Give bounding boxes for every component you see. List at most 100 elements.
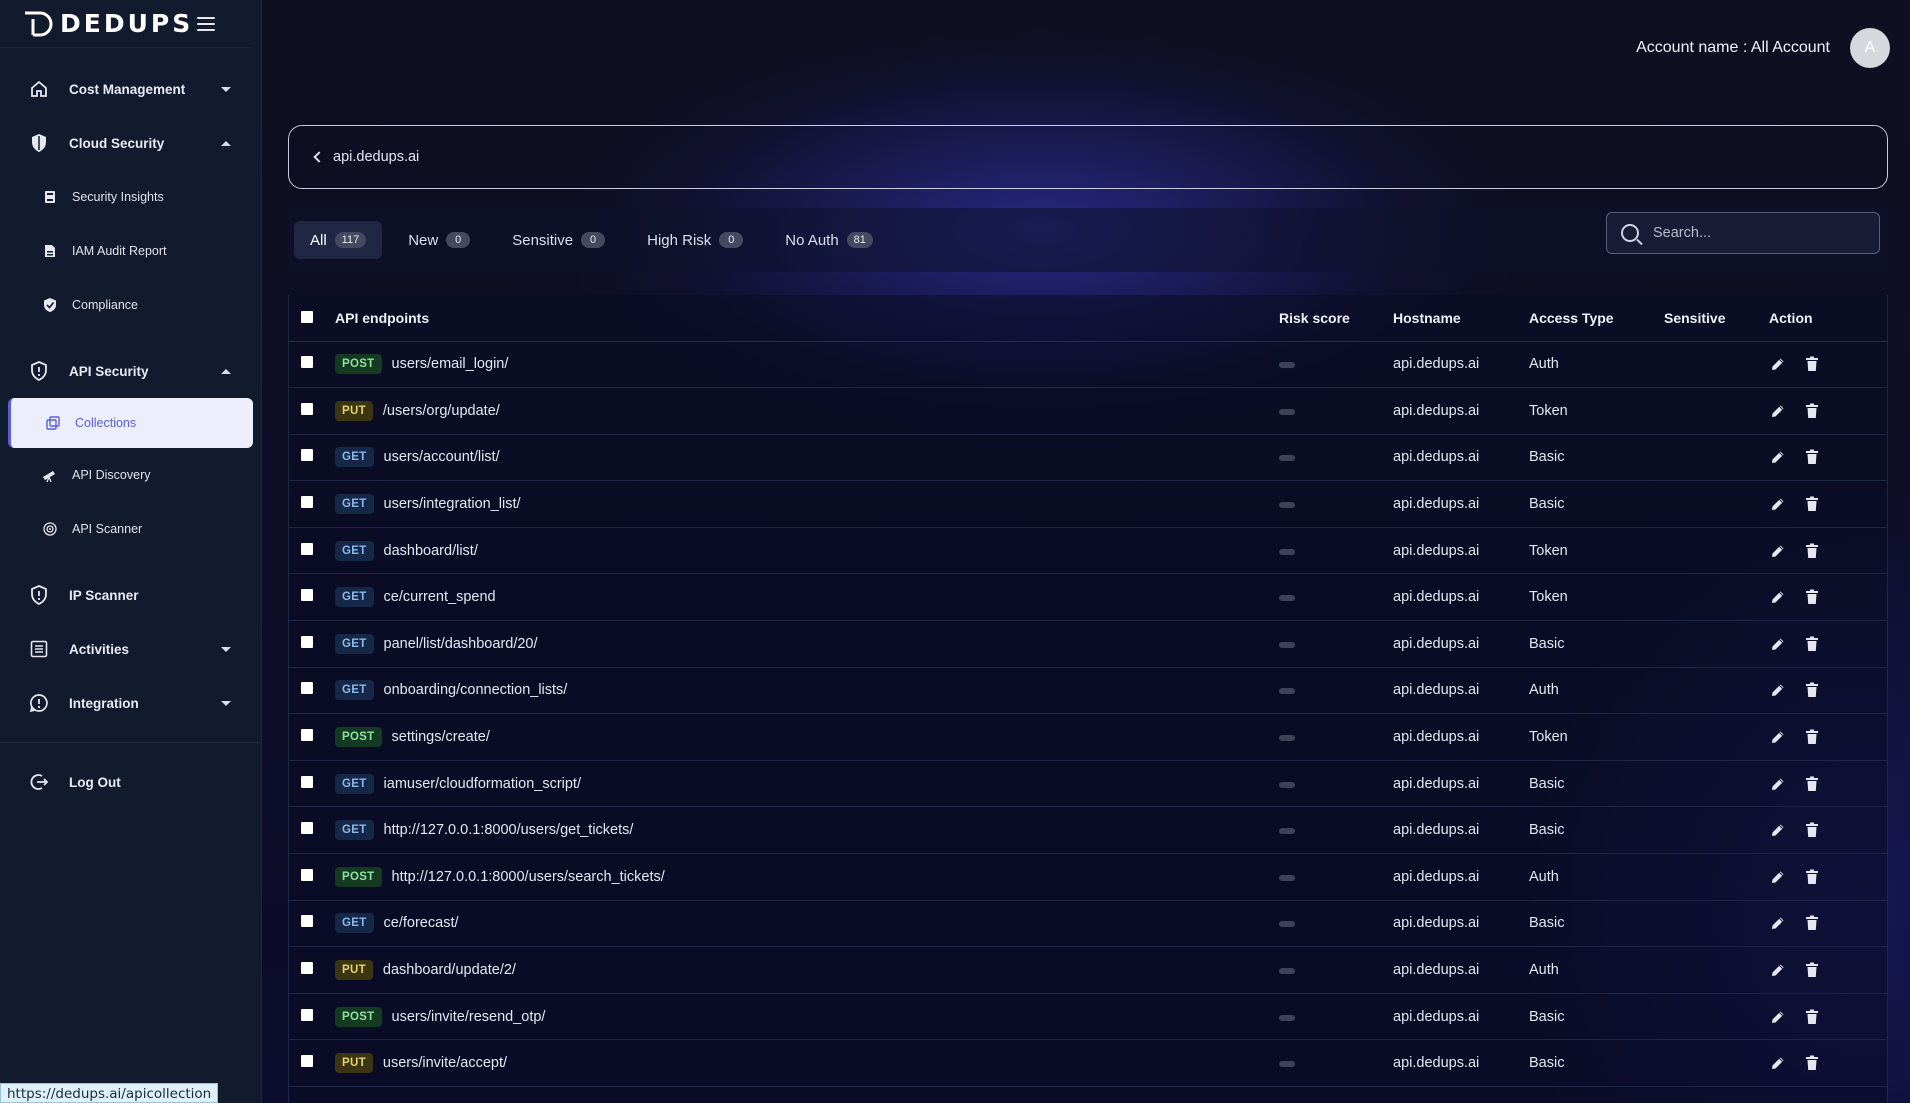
sidebar-item-iam-audit-report[interactable]: IAM Audit Report — [0, 224, 261, 278]
col-hostname[interactable]: Hostname — [1393, 295, 1529, 342]
row-checkbox[interactable] — [301, 402, 313, 415]
table-row[interactable]: PUT/users/org/update/api.dedups.ai Token — [289, 388, 1887, 435]
delete-trash-icon[interactable] — [1803, 681, 1821, 699]
endpoint[interactable]: POST http://127.0.0.1:8000/users/search_t… — [335, 866, 1279, 887]
chevron-up-icon[interactable] — [221, 140, 231, 146]
endpoint-path[interactable]: /users/org/update/ — [383, 403, 500, 419]
endpoint[interactable]: GET ce/current_spend — [335, 587, 1279, 608]
table-row[interactable]: GET dashboard/list/api.dedups.ai Token — [289, 527, 1887, 574]
row-checkbox[interactable] — [301, 775, 313, 788]
endpoint[interactable]: PUT users/invite/accept/ — [335, 1053, 1279, 1074]
row-checkbox[interactable] — [301, 449, 313, 462]
delete-trash-icon[interactable] — [1803, 635, 1821, 653]
search-input[interactable] — [1653, 225, 1853, 241]
edit-pencil-icon[interactable] — [1769, 448, 1787, 466]
sidebar-item-api-scanner[interactable]: API Scanner — [0, 502, 261, 556]
endpoint[interactable]: POST users/invite/resend_otp/ — [335, 1006, 1279, 1027]
endpoint[interactable]: GET dashboard/list/ — [335, 540, 1279, 561]
tab-new[interactable]: New 0 — [392, 221, 486, 259]
edit-pencil-icon[interactable] — [1769, 681, 1787, 699]
endpoint-path[interactable]: users/integration_list/ — [384, 496, 521, 512]
endpoint[interactable]: POST users/email_login/ — [335, 354, 1279, 375]
sidebar-item-security-insights[interactable]: Security Insights — [0, 170, 261, 224]
table-row[interactable]: POST users/email_login/api.dedups.ai Auth — [289, 341, 1887, 388]
endpoint-path[interactable]: iamuser/cloudformation_script/ — [384, 776, 581, 792]
table-row[interactable]: PUT dashboard/update/2/api.dedups.ai Auth — [289, 947, 1887, 994]
tab-no-auth[interactable]: No Auth 81 — [769, 221, 889, 259]
table-row[interactable]: GET onboarding/connection_lists/api.dedup… — [289, 667, 1887, 714]
avatar[interactable]: A — [1850, 28, 1890, 68]
endpoint[interactable]: POST settings/create/ — [335, 727, 1279, 748]
table-row[interactable]: POST http://127.0.0.1:8000/users/search_t… — [289, 854, 1887, 901]
delete-trash-icon[interactable] — [1803, 1008, 1821, 1026]
row-checkbox[interactable] — [301, 356, 313, 369]
sidebar-item-cloud-security[interactable]: Cloud Security — [0, 116, 261, 170]
endpoint-path[interactable]: dashboard/update/2/ — [383, 962, 516, 978]
edit-pencil-icon[interactable] — [1769, 821, 1787, 839]
endpoint-path[interactable]: users/account/list/ — [384, 449, 500, 465]
delete-trash-icon[interactable] — [1803, 868, 1821, 886]
row-checkbox[interactable] — [301, 589, 313, 602]
endpoint-path[interactable]: http://127.0.0.1:8000/users/search_ticke… — [392, 869, 665, 885]
edit-pencil-icon[interactable] — [1769, 775, 1787, 793]
delete-trash-icon[interactable] — [1803, 1054, 1821, 1072]
sidebar-item-compliance[interactable]: Compliance — [0, 278, 261, 332]
chevron-up-icon[interactable] — [221, 368, 231, 374]
sidebar-item-api-discovery[interactable]: API Discovery — [0, 448, 261, 502]
table-row[interactable]: GET ce/current_spend api.dedups.ai Token — [289, 574, 1887, 621]
edit-pencil-icon[interactable] — [1769, 914, 1787, 932]
edit-pencil-icon[interactable] — [1769, 728, 1787, 746]
sidebar-item-cost-management[interactable]: Cost Management — [0, 62, 261, 116]
table-row[interactable]: GET ce/forecast/api.dedups.ai Basic — [289, 900, 1887, 947]
delete-trash-icon[interactable] — [1803, 775, 1821, 793]
sidebar-item-collections[interactable]: Collections — [8, 398, 253, 448]
row-checkbox[interactable] — [301, 1055, 313, 1068]
delete-trash-icon[interactable] — [1803, 821, 1821, 839]
row-checkbox[interactable] — [301, 822, 313, 835]
edit-pencil-icon[interactable] — [1769, 635, 1787, 653]
delete-trash-icon[interactable] — [1803, 495, 1821, 513]
tab-sensitive[interactable]: Sensitive 0 — [496, 221, 621, 259]
row-checkbox[interactable] — [301, 962, 313, 975]
table-row[interactable]: GET users/integration_list/api.dedups.ai B… — [289, 481, 1887, 528]
table-row[interactable]: POST settings/create/api.dedups.ai Token — [289, 714, 1887, 761]
col-api-endpoints[interactable]: API endpoints — [335, 295, 1279, 342]
row-checkbox[interactable] — [301, 682, 313, 695]
row-checkbox[interactable] — [301, 915, 313, 928]
edit-pencil-icon[interactable] — [1769, 1054, 1787, 1072]
endpoint[interactable]: GET users/integration_list/ — [335, 494, 1279, 515]
delete-trash-icon[interactable] — [1803, 588, 1821, 606]
hamburger-menu-icon[interactable] — [197, 16, 215, 31]
delete-trash-icon[interactable] — [1803, 402, 1821, 420]
endpoint-path[interactable]: http://127.0.0.1:8000/users/get_tickets/ — [384, 822, 634, 838]
endpoint[interactable]: PUT/users/org/update/ — [335, 400, 1279, 421]
sidebar-item-activities[interactable]: Activities — [0, 622, 261, 676]
col-risk-score[interactable]: Risk score — [1279, 295, 1393, 342]
endpoint[interactable]: PUT dashboard/update/2/ — [335, 960, 1279, 981]
endpoint-path[interactable]: ce/forecast/ — [384, 915, 459, 931]
delete-trash-icon[interactable] — [1803, 448, 1821, 466]
delete-trash-icon[interactable] — [1803, 728, 1821, 746]
endpoint-path[interactable]: dashboard/list/ — [384, 543, 478, 559]
col-sensitive[interactable]: Sensitive — [1664, 295, 1769, 342]
endpoint[interactable]: GET panel/list/dashboard/20/ — [335, 633, 1279, 654]
row-checkbox[interactable] — [301, 868, 313, 881]
table-row[interactable]: GET panel/list/dashboard/20/api.dedups.ai… — [289, 621, 1887, 668]
table-row[interactable]: GET iamuser/cloudformation_script/api.ded… — [289, 760, 1887, 807]
sidebar-item-api-security[interactable]: API Security — [0, 344, 261, 398]
sidebar-item-logout[interactable]: Log Out — [0, 755, 261, 809]
chevron-left-icon[interactable] — [313, 151, 325, 163]
chevron-down-icon[interactable] — [221, 86, 231, 92]
edit-pencil-icon[interactable] — [1769, 542, 1787, 560]
endpoint-path[interactable]: users/invite/resend_otp/ — [392, 1009, 546, 1025]
row-checkbox[interactable] — [301, 496, 313, 509]
select-all-checkbox[interactable] — [301, 310, 313, 323]
row-checkbox[interactable] — [301, 635, 313, 648]
row-checkbox[interactable] — [301, 729, 313, 742]
delete-trash-icon[interactable] — [1803, 355, 1821, 373]
edit-pencil-icon[interactable] — [1769, 495, 1787, 513]
endpoint-path[interactable]: onboarding/connection_lists/ — [384, 682, 568, 698]
delete-trash-icon[interactable] — [1803, 914, 1821, 932]
sidebar-item-integration[interactable]: Integration — [0, 676, 261, 730]
endpoint[interactable]: GET users/account/list/ — [335, 447, 1279, 468]
